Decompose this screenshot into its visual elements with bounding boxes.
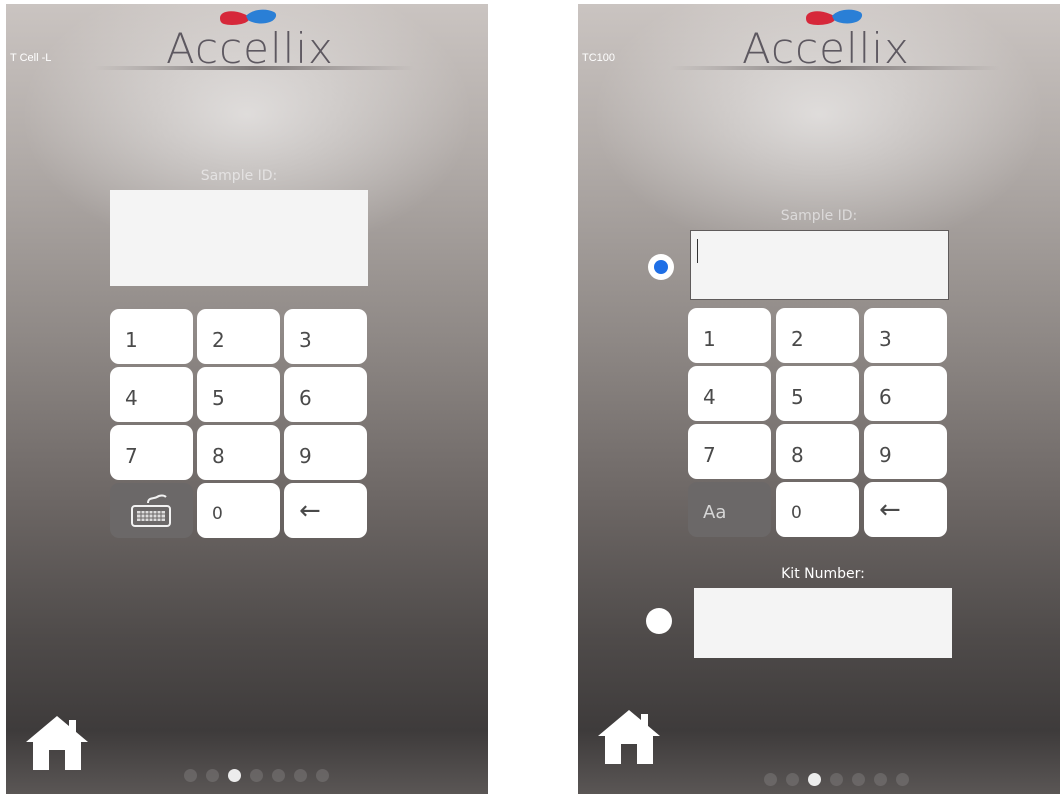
left-device-screen: Accellix T Cell -L Sample ID: 1 2 3 4 5 … [6,4,488,794]
sample-id-input[interactable] [110,190,368,286]
keyboard-toggle-button[interactable] [110,483,193,538]
page-dot-3-active[interactable] [808,773,821,786]
kit-number-input[interactable] [694,588,952,658]
key-7[interactable]: 7 [688,424,771,479]
page-indicator [184,769,344,783]
case-toggle-button[interactable]: Aa [688,482,771,537]
key-8[interactable]: 8 [776,424,859,479]
logo-underline [670,66,1000,70]
backspace-button[interactable]: ← [864,482,947,537]
page-indicator [764,773,924,787]
key-9[interactable]: 9 [864,424,947,479]
logo-underline [94,66,414,70]
sample-id-radio[interactable] [648,254,674,280]
key-1[interactable]: 1 [110,309,193,364]
page-dot-3-active[interactable] [228,769,241,782]
text-cursor [697,239,698,263]
right-device-screen: Accellix TC100 Sample ID: 1 2 3 4 5 6 7 … [578,4,1060,794]
key-0[interactable]: 0 [776,482,859,537]
page-dot-1[interactable] [764,773,777,786]
key-3[interactable]: 3 [284,309,367,364]
key-5[interactable]: 5 [776,366,859,421]
page-dot-6[interactable] [874,773,887,786]
home-icon[interactable] [24,714,90,772]
page-dot-5[interactable] [852,773,865,786]
device-label: T Cell -L [10,52,52,64]
key-9[interactable]: 9 [284,425,367,480]
key-1[interactable]: 1 [688,308,771,363]
page-dot-2[interactable] [206,769,219,782]
kit-number-label: Kit Number: [781,566,865,582]
key-7[interactable]: 7 [110,425,193,480]
accellix-logo: Accellix [6,4,488,74]
page-dot-4[interactable] [250,769,263,782]
kit-number-radio[interactable] [646,608,672,634]
sample-id-label: Sample ID: [200,168,278,184]
key-6[interactable]: 6 [864,366,947,421]
page-dot-7[interactable] [316,769,329,782]
key-3[interactable]: 3 [864,308,947,363]
key-4[interactable]: 4 [688,366,771,421]
keyboard-icon [131,494,171,527]
key-2[interactable]: 2 [776,308,859,363]
sample-id-label: Sample ID: [780,208,858,224]
key-6[interactable]: 6 [284,367,367,422]
page-dot-7[interactable] [896,773,909,786]
key-0[interactable]: 0 [197,483,280,538]
key-2[interactable]: 2 [197,309,280,364]
key-8[interactable]: 8 [197,425,280,480]
device-label: TC100 [582,52,616,64]
key-4[interactable]: 4 [110,367,193,422]
page-dot-5[interactable] [272,769,285,782]
page-dot-2[interactable] [786,773,799,786]
backspace-button[interactable]: ← [284,483,367,538]
page-dot-1[interactable] [184,769,197,782]
page-dot-4[interactable] [830,773,843,786]
home-icon[interactable] [596,708,662,766]
page-dot-6[interactable] [294,769,307,782]
accellix-logo: Accellix [578,4,1060,74]
radio-selected-dot [654,260,668,274]
key-5[interactable]: 5 [197,367,280,422]
sample-id-input[interactable] [690,230,949,300]
